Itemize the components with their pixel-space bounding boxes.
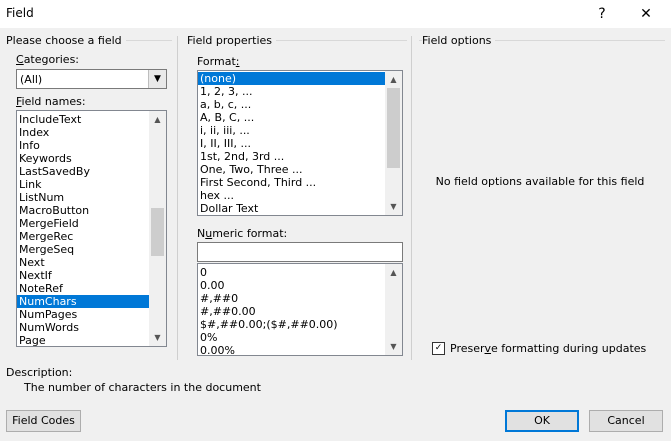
scroll-thumb[interactable]: [151, 208, 164, 256]
field-name-item[interactable]: Keywords: [17, 152, 166, 165]
description-text: The number of characters in the document: [24, 381, 261, 394]
numeric-format-item[interactable]: 0.00%: [198, 344, 402, 355]
field-name-item[interactable]: Next: [17, 256, 166, 269]
scroll-up-icon[interactable]: ▲: [385, 264, 402, 281]
window-title: Field: [6, 6, 34, 20]
format-item[interactable]: One, Two, Three ...: [198, 163, 402, 176]
format-item[interactable]: (none): [198, 72, 402, 85]
format-item[interactable]: Dollar Text: [198, 202, 402, 215]
field-name-item[interactable]: IncludeText: [17, 113, 166, 126]
preserve-formatting-label: Preserve formatting during updates: [450, 342, 647, 355]
format-item[interactable]: 1st, 2nd, 3rd ...: [198, 150, 402, 163]
cancel-button[interactable]: Cancel: [589, 410, 663, 432]
field-name-item[interactable]: MacroButton: [17, 204, 166, 217]
categories-label: Categories:: [16, 53, 80, 66]
field-names-scrollbar[interactable]: ▲ ▼: [149, 111, 166, 346]
ok-button[interactable]: OK: [505, 410, 579, 432]
field-name-item[interactable]: NumWords: [17, 321, 166, 334]
scroll-thumb[interactable]: [387, 88, 400, 168]
numeric-format-label: Numeric format:: [197, 227, 288, 240]
numeric-format-scrollbar[interactable]: ▲ ▼: [385, 264, 402, 355]
field-name-item[interactable]: Link: [17, 178, 166, 191]
preserve-formatting-checkbox[interactable]: ✓: [432, 342, 445, 355]
format-item[interactable]: 1, 2, 3, ...: [198, 85, 402, 98]
field-name-item[interactable]: Info: [17, 139, 166, 152]
numeric-format-input[interactable]: [197, 242, 403, 262]
format-listbox[interactable]: (none) 1, 2, 3, ... a, b, c, ... A, B, C, .…: [197, 70, 403, 216]
format-item[interactable]: A, B, C, ...: [198, 111, 402, 124]
format-label: Format:: [197, 55, 240, 68]
field-name-item[interactable]: NumChars: [17, 295, 166, 308]
format-item[interactable]: hex ...: [198, 189, 402, 202]
numeric-format-listbox[interactable]: 0 0.00 #,##0 #,##0.00 $#,##0.00;($#,##0.00) 0…: [197, 263, 403, 356]
field-name-item[interactable]: NoteRef: [17, 282, 166, 295]
field-properties-group-label: Field properties: [187, 34, 277, 47]
numeric-format-item[interactable]: #,##0.00: [198, 305, 402, 318]
field-codes-button[interactable]: Field Codes: [6, 410, 81, 432]
numeric-format-item[interactable]: 0%: [198, 331, 402, 344]
chevron-down-icon[interactable]: ▼: [148, 70, 166, 88]
description-label: Description:: [6, 366, 73, 379]
format-item[interactable]: a, b, c, ...: [198, 98, 402, 111]
numeric-format-item[interactable]: 0: [198, 266, 402, 279]
categories-combobox[interactable]: (All) ▼: [16, 69, 167, 89]
scroll-down-icon[interactable]: ▼: [385, 338, 402, 355]
field-name-item[interactable]: MergeRec: [17, 230, 166, 243]
numeric-format-item[interactable]: 0.00: [198, 279, 402, 292]
choose-field-group-label: Please choose a field: [6, 34, 126, 47]
title-bar: Field ? ✕: [0, 0, 671, 28]
scroll-down-icon[interactable]: ▼: [149, 329, 166, 346]
field-name-item[interactable]: Index: [17, 126, 166, 139]
format-item[interactable]: i, ii, iii, ...: [198, 124, 402, 137]
format-item[interactable]: First Second, Third ...: [198, 176, 402, 189]
close-button[interactable]: ✕: [624, 0, 668, 28]
format-item[interactable]: I, II, III, ...: [198, 137, 402, 150]
separator: [177, 36, 178, 360]
scroll-down-icon[interactable]: ▼: [385, 198, 402, 215]
field-names-listbox[interactable]: IncludeText Index Info Keywords LastSavedBy L…: [16, 110, 167, 347]
categories-value: (All): [20, 73, 43, 86]
no-options-message: No field options available for this fiel…: [435, 175, 645, 188]
help-button[interactable]: ?: [580, 0, 624, 28]
field-name-item[interactable]: ListNum: [17, 191, 166, 204]
separator: [411, 36, 412, 360]
numeric-format-item[interactable]: #,##0: [198, 292, 402, 305]
format-scrollbar[interactable]: ▲ ▼: [385, 71, 402, 215]
field-names-label: Field names:: [16, 95, 86, 108]
field-name-item[interactable]: NextIf: [17, 269, 166, 282]
field-name-item[interactable]: NumPages: [17, 308, 166, 321]
field-name-item[interactable]: LastSavedBy: [17, 165, 166, 178]
field-name-item[interactable]: Page: [17, 334, 166, 346]
scroll-up-icon[interactable]: ▲: [149, 111, 166, 128]
preserve-formatting-row[interactable]: ✓ Preserve formatting during updates: [432, 342, 646, 355]
numeric-format-item[interactable]: $#,##0.00;($#,##0.00): [198, 318, 402, 331]
scroll-up-icon[interactable]: ▲: [385, 71, 402, 88]
field-options-group-label: Field options: [422, 34, 496, 47]
field-name-item[interactable]: MergeField: [17, 217, 166, 230]
field-name-item[interactable]: MergeSeq: [17, 243, 166, 256]
